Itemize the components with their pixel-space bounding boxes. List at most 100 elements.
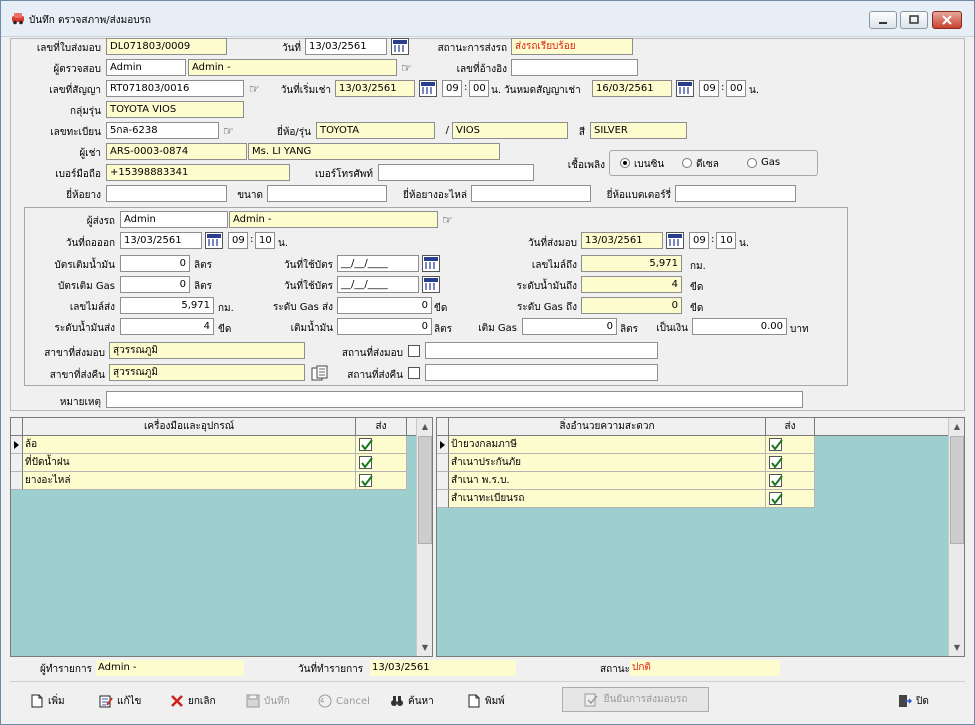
calendar-icon[interactable] (666, 232, 684, 249)
checkbox-checked-icon[interactable] (359, 474, 373, 487)
mile-send-field[interactable]: 5,971 (120, 297, 214, 314)
fuel-level-to-field[interactable]: 4 (581, 276, 682, 293)
close-button[interactable]: ปิด (898, 690, 929, 712)
amenities-col-send[interactable]: ส่ง (766, 418, 815, 436)
scroll-up-icon[interactable]: ▲ (949, 418, 964, 435)
deliver-date-field[interactable]: 13/03/2561 (581, 232, 663, 249)
card-date1-field[interactable]: __/__/____ (337, 255, 419, 272)
scroll-thumb[interactable] (950, 436, 964, 544)
place-return-checkbox[interactable] (408, 367, 420, 379)
minimize-button[interactable] (869, 11, 897, 29)
out-date-field[interactable]: 13/03/2561 (120, 232, 202, 249)
ref-no-field[interactable] (511, 59, 638, 76)
driver-code-field[interactable]: Admin (120, 211, 228, 228)
checkbox-checked-icon[interactable] (769, 492, 783, 505)
lookup-hand-icon[interactable]: ☞ (249, 82, 267, 96)
scroll-thumb[interactable] (418, 436, 432, 544)
amenities-grid[interactable]: สิ่งอำนวยความสะดวก ส่ง ป้ายวงกลมภาษี สำเ… (436, 417, 965, 657)
scroll-down-icon[interactable]: ▼ (417, 639, 432, 656)
gas-level-to-field[interactable]: 0 (581, 297, 682, 314)
date-field[interactable]: 13/03/2561 (305, 38, 387, 55)
lookup-hand-icon[interactable]: ☞ (223, 124, 241, 138)
search-button[interactable]: ค้นหา (390, 690, 434, 712)
table-row[interactable]: สำเนา พ.ร.บ. (437, 472, 815, 490)
checkbox-checked-icon[interactable] (769, 474, 783, 487)
unit-label: ขีด (218, 324, 232, 335)
out-hour[interactable]: 09 (228, 232, 248, 249)
calendar-icon[interactable] (422, 255, 440, 272)
amount-field[interactable]: 0.00 (692, 318, 787, 335)
place-return-field[interactable] (425, 364, 658, 381)
place-deliver-checkbox[interactable] (408, 345, 420, 357)
print-button[interactable]: พิมพ์ (467, 690, 505, 712)
spare-tire-field[interactable] (471, 185, 591, 202)
deliver-minute[interactable]: 10 (716, 232, 736, 249)
checkbox-checked-icon[interactable] (769, 456, 783, 469)
card-date2-field[interactable]: __/__/____ (337, 276, 419, 293)
calendar-icon[interactable] (676, 80, 694, 97)
remark-field[interactable] (106, 391, 803, 408)
fuel-card-field[interactable]: 0 (120, 255, 190, 272)
cancel-document-button[interactable]: ยกเลิก (170, 690, 216, 712)
contract-field[interactable]: RT071803/0016 (106, 80, 244, 97)
add-button[interactable]: เพิ่ม (30, 690, 65, 712)
checkbox-checked-icon[interactable] (359, 438, 373, 451)
table-row[interactable]: ล้อ (11, 436, 407, 454)
calendar-icon[interactable] (419, 80, 437, 97)
checkbox-checked-icon[interactable] (769, 438, 783, 451)
checkbox-checked-icon[interactable] (359, 456, 373, 469)
vertical-scrollbar[interactable]: ▲ ▼ (948, 418, 964, 656)
rent-start-hour[interactable]: 09 (442, 80, 462, 97)
lookup-hand-icon[interactable]: ☞ (401, 61, 419, 75)
inspector-code-field[interactable]: Admin (106, 59, 186, 76)
gas-level-send-field[interactable]: 0 (337, 297, 432, 314)
out-minute[interactable]: 10 (255, 232, 275, 249)
maximize-button[interactable] (900, 11, 928, 29)
size-field[interactable] (267, 185, 387, 202)
branch-return-field[interactable]: สุวรรณภูมิ (109, 364, 305, 381)
doc-no-field[interactable]: DL071803/0009 (106, 38, 227, 55)
rent-end-minute[interactable]: 00 (726, 80, 746, 97)
plate-field[interactable]: 5กล-6238 (106, 122, 219, 139)
table-row[interactable]: ยางอะไหล่ (11, 472, 407, 490)
place-deliver-field[interactable] (425, 342, 658, 359)
calendar-icon[interactable] (422, 276, 440, 293)
branch-deliver-field[interactable]: สุวรรณภูมิ (109, 342, 305, 359)
amenities-col-name[interactable]: สิ่งอำนวยความสะดวก (449, 418, 766, 436)
calendar-icon[interactable] (205, 232, 223, 249)
gas-card-field[interactable]: 0 (120, 276, 190, 293)
rent-end-field[interactable]: 16/03/2561 (592, 80, 672, 97)
fuel-level-send-field[interactable]: 4 (120, 318, 214, 335)
fuel-radio-petrol[interactable] (620, 158, 630, 168)
fuel-radio-gas[interactable] (747, 158, 757, 168)
confirm-delivery-button[interactable]: ยืนยันการส่งมอบรถ (562, 687, 709, 712)
save-button[interactable]: บันทึก (246, 690, 290, 712)
rent-end-hour[interactable]: 09 (699, 80, 719, 97)
scroll-up-icon[interactable]: ▲ (417, 418, 432, 435)
scroll-down-icon[interactable]: ▼ (949, 639, 964, 656)
tools-grid[interactable]: เครื่องมือและอุปกรณ์ ส่ง ล้อ ที่ปัดน้ำฝน… (10, 417, 433, 657)
fuel-radio-diesel[interactable] (682, 158, 692, 168)
table-row[interactable]: ป้ายวงกลมภาษี (437, 436, 815, 454)
close-window-button[interactable] (932, 11, 962, 29)
lookup-hand-icon[interactable]: ☞ (442, 213, 460, 227)
rent-start-field[interactable]: 13/03/2561 (335, 80, 415, 97)
vertical-scrollbar[interactable]: ▲ ▼ (416, 418, 432, 656)
deliver-hour[interactable]: 09 (689, 232, 709, 249)
add-gas-field[interactable]: 0 (522, 318, 617, 335)
tools-col-send[interactable]: ส่ง (356, 418, 407, 436)
edit-button[interactable]: แก้ไข (99, 690, 141, 712)
rent-start-minute[interactable]: 00 (469, 80, 489, 97)
rent-start-label: วันที่เริ่มเช่า (280, 85, 331, 96)
calendar-icon[interactable] (391, 38, 409, 55)
phone-field[interactable] (378, 164, 534, 181)
add-fuel-field[interactable]: 0 (337, 318, 432, 335)
mile-to-field[interactable]: 5,971 (581, 255, 682, 272)
table-row[interactable]: สำเนาทะเบียนรถ (437, 490, 815, 508)
table-row[interactable]: สำเนาประกันภัย (437, 454, 815, 472)
tools-col-name[interactable]: เครื่องมือและอุปกรณ์ (23, 418, 356, 436)
battery-field[interactable] (675, 185, 796, 202)
tire-brand-field[interactable] (106, 185, 227, 202)
table-row[interactable]: ที่ปัดน้ำฝน (11, 454, 407, 472)
cancel-button[interactable]: Cancel (318, 690, 370, 712)
